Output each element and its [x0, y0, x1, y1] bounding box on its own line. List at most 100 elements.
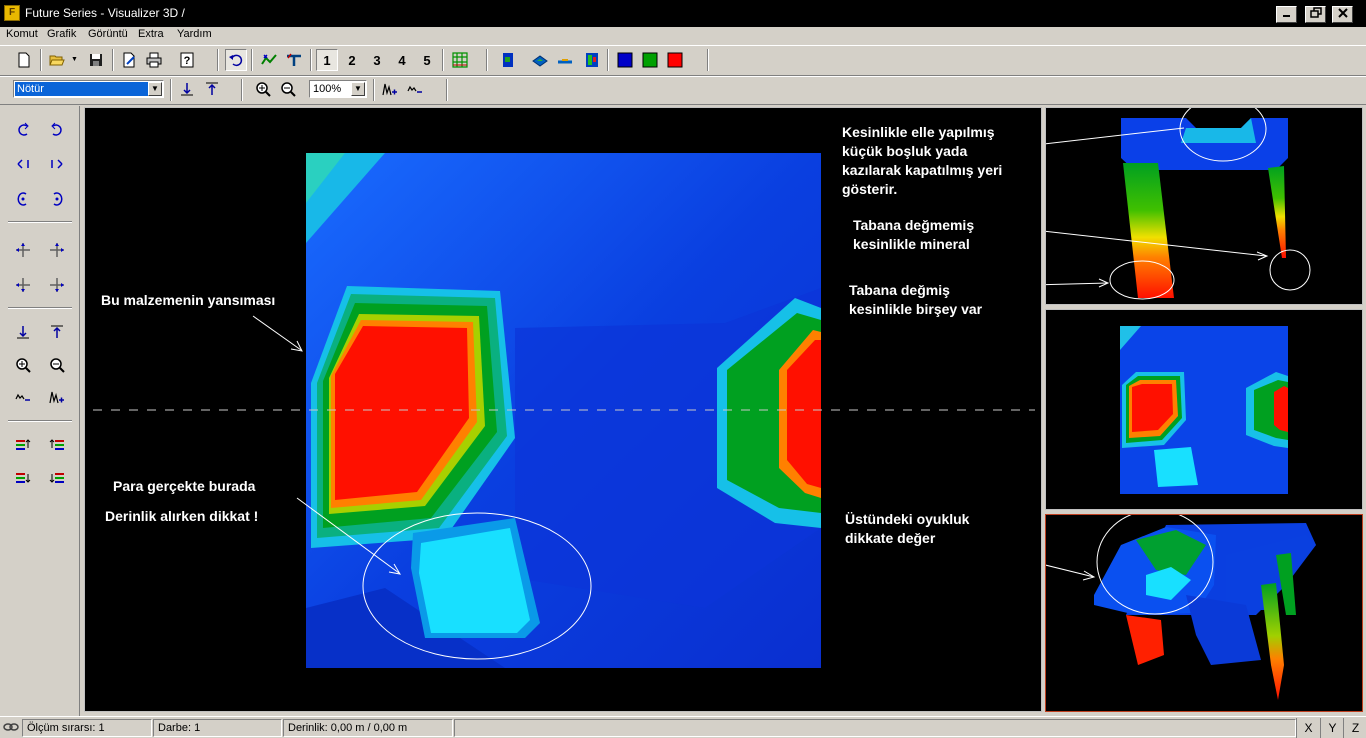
- arrow-up-from-line-icon: [51, 325, 63, 338]
- print-button[interactable]: [143, 49, 165, 71]
- app-logo-icon[interactable]: F: [4, 5, 20, 21]
- menu-extra[interactable]: Extra: [138, 28, 164, 40]
- chevron-down-icon[interactable]: ▼: [351, 82, 365, 96]
- attenuate-button[interactable]: [404, 78, 426, 100]
- side-view-button[interactable]: [554, 49, 576, 71]
- axis-x-button[interactable]: X: [1296, 718, 1320, 738]
- 3d-view-button[interactable]: [529, 49, 551, 71]
- color-map-icon: [586, 53, 598, 67]
- color-scale-down-left-button[interactable]: [12, 467, 34, 489]
- panel-raise-button[interactable]: [46, 321, 68, 343]
- perspective-3d-view[interactable]: [1045, 514, 1363, 712]
- toolbar-separator: [170, 79, 172, 101]
- zoom-out-button[interactable]: [277, 78, 299, 100]
- color-scale-up-left-button[interactable]: [12, 433, 34, 455]
- rotate-horizontal-right-icon: [51, 159, 63, 169]
- help-button[interactable]: ?: [176, 49, 198, 71]
- color-red-button[interactable]: [664, 49, 686, 71]
- menu-yardim[interactable]: Yardım: [177, 28, 212, 40]
- rotate-y-right-button[interactable]: [46, 153, 68, 175]
- panel-lower-button[interactable]: [12, 321, 34, 343]
- top-view-button[interactable]: [497, 49, 519, 71]
- arrow-down-to-line-icon: [181, 83, 193, 96]
- open-folder-icon: [49, 55, 65, 66]
- terrain-button[interactable]: [283, 49, 305, 71]
- svg-text:?: ?: [184, 55, 191, 67]
- move-down-right-button[interactable]: [46, 274, 68, 296]
- link-status-icon: [2, 719, 20, 735]
- top-map-view[interactable]: [1045, 309, 1363, 510]
- view-3-button[interactable]: 3: [366, 49, 388, 71]
- zoom-select[interactable]: 100% ▼: [309, 80, 367, 98]
- rotate-x-ccw-button[interactable]: [12, 119, 34, 141]
- new-file-button[interactable]: [13, 49, 35, 71]
- menu-goruntu[interactable]: Görüntü: [88, 28, 128, 40]
- rotate-z-right-icon: [53, 192, 63, 206]
- color-map-button[interactable]: [581, 49, 603, 71]
- color-green-button[interactable]: [639, 49, 661, 71]
- minimize-button[interactable]: [1276, 6, 1297, 23]
- menu-grafik[interactable]: Grafik: [47, 28, 76, 40]
- move-up-left-button[interactable]: [12, 239, 34, 261]
- filter-graph-icon: [261, 54, 277, 65]
- edit-document-button[interactable]: [118, 49, 140, 71]
- color-scale-up-right-button[interactable]: [46, 433, 68, 455]
- rotate-y-left-button[interactable]: [12, 153, 34, 175]
- rotate-z-ccw-button[interactable]: [12, 188, 34, 210]
- save-button[interactable]: [85, 49, 107, 71]
- annotation-not-touching-line: kesinlikle mineral: [853, 236, 970, 252]
- green-swatch-icon: [642, 52, 658, 68]
- annotation-cavity: Üstündeki oyukluk dikkate değer: [845, 510, 969, 548]
- menu-komut[interactable]: Komut: [6, 28, 38, 40]
- restore-button[interactable]: [1305, 6, 1326, 23]
- move-up-right-button[interactable]: [46, 239, 68, 261]
- side-profile-view[interactable]: [1045, 107, 1363, 305]
- view-4-button[interactable]: 4: [391, 49, 413, 71]
- rotate-z-cw-button[interactable]: [46, 188, 68, 210]
- view-1-button[interactable]: 1: [316, 49, 338, 71]
- panel-separator: [8, 420, 72, 422]
- main-3d-view[interactable]: Bu malzemenin yansıması Para gerçekte bu…: [84, 107, 1042, 712]
- panel-amplify-button[interactable]: [46, 386, 68, 408]
- filter-button[interactable]: [258, 49, 280, 71]
- undo-button[interactable]: [225, 49, 247, 71]
- toolbar-separator: [310, 49, 312, 71]
- zoom-out-icon: [281, 82, 296, 97]
- minimize-icon: [1282, 15, 1290, 17]
- raise-button[interactable]: [201, 78, 223, 100]
- open-file-button[interactable]: [46, 49, 68, 71]
- view-2-button[interactable]: 2: [341, 49, 363, 71]
- lower-button[interactable]: [176, 78, 198, 100]
- panel-attenuate-button[interactable]: [12, 386, 34, 408]
- axis-z-button[interactable]: Z: [1343, 718, 1366, 738]
- axis-y-button[interactable]: Y: [1320, 718, 1344, 738]
- signal-minus-icon: [15, 393, 30, 401]
- annotation-hand-made-line: kazılarak kapatılmış yeri: [842, 162, 1003, 178]
- rotate-z-left-icon: [17, 192, 27, 206]
- toolbar-separator: [217, 49, 219, 71]
- chevron-down-icon[interactable]: ▼: [148, 82, 162, 96]
- view-5-button[interactable]: 5: [416, 49, 438, 71]
- toolbar-separator: [112, 49, 114, 71]
- close-button[interactable]: [1332, 6, 1353, 23]
- rotate-x-cw-button[interactable]: [46, 119, 68, 141]
- open-dropdown-arrow[interactable]: ▼: [71, 56, 78, 63]
- annotation-not-touching: Tabana değmemiş kesinlikle mineral: [853, 216, 974, 254]
- window-title: Future Series - Visualizer 3D /: [25, 6, 185, 20]
- panel-zoom-out-button[interactable]: [46, 354, 68, 376]
- zoom-in-button[interactable]: [252, 78, 274, 100]
- annotation-touching: Tabana değmiş kesinlikle birşey var: [849, 281, 982, 319]
- panel-separator: [8, 307, 72, 309]
- amplify-button[interactable]: [379, 78, 401, 100]
- move-down-left-button[interactable]: [12, 274, 34, 296]
- panel-zoom-in-button[interactable]: [12, 354, 34, 376]
- color-blue-button[interactable]: [614, 49, 636, 71]
- mode-select[interactable]: Nötür ▼: [13, 80, 164, 98]
- zoom-in-icon: [16, 358, 31, 373]
- color-scale-down-right-button[interactable]: [46, 467, 68, 489]
- grid-toggle-button[interactable]: [449, 49, 471, 71]
- toolbar-separator: [446, 79, 448, 101]
- perspective-3d-render: [1046, 515, 1316, 700]
- status-measurement: Ölçüm sırarsı: 1: [22, 719, 152, 737]
- arrow-up-from-line-icon: [206, 82, 218, 95]
